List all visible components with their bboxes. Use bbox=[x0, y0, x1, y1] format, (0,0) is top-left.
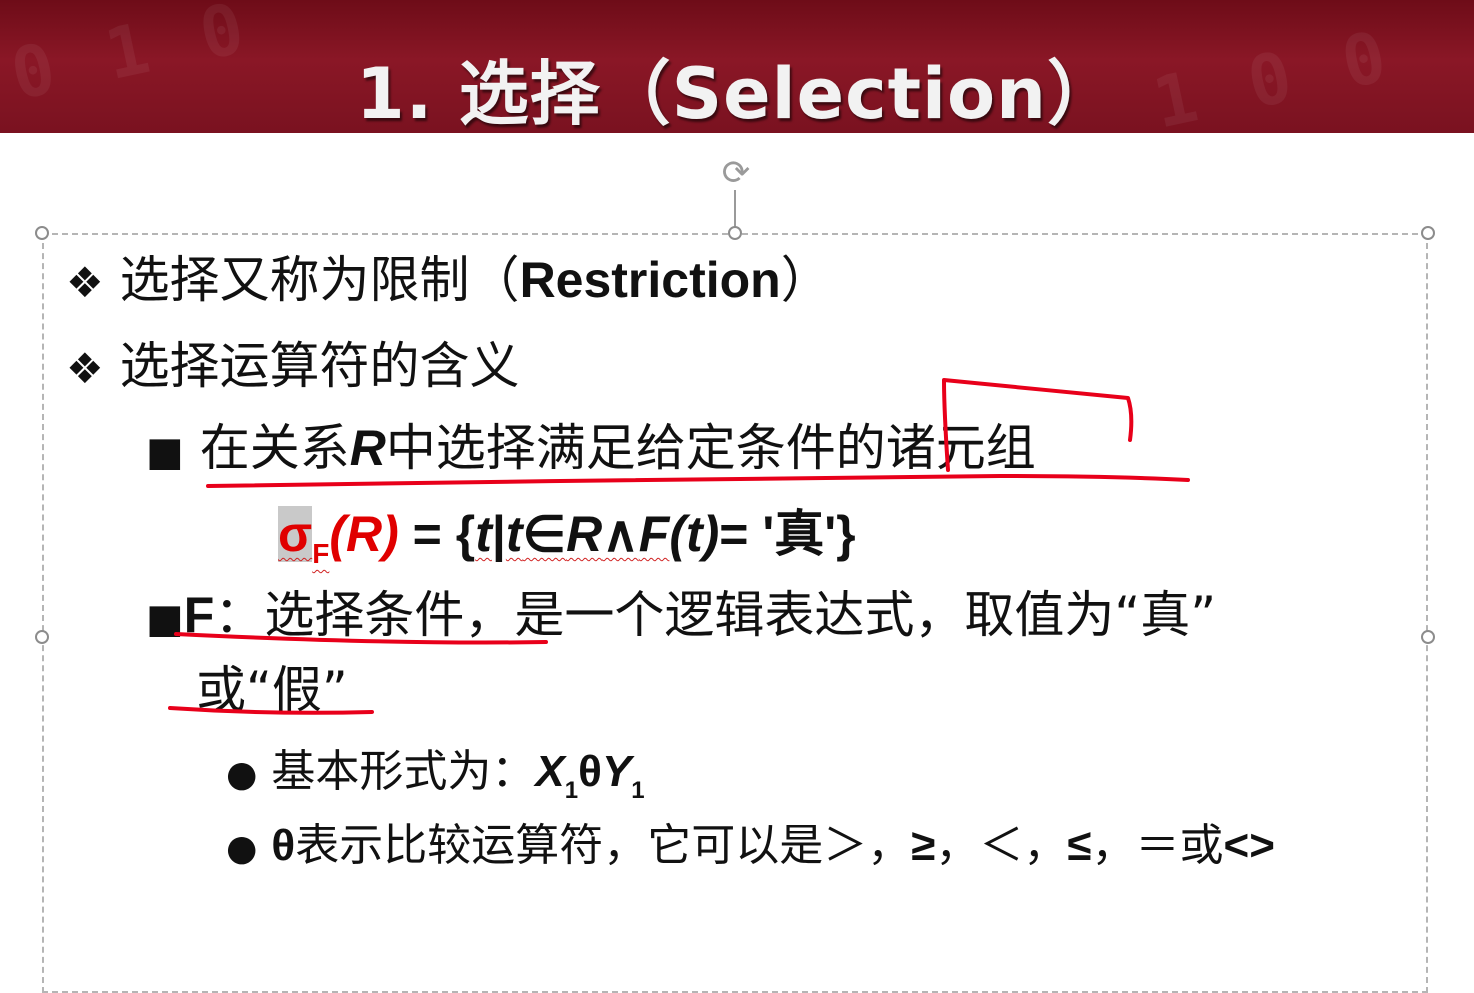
bullet-line-definition[interactable]: ■ 在关系R中选择满足给定条件的诸元组 bbox=[146, 418, 1036, 482]
formula-rest: = '真'} bbox=[719, 506, 856, 562]
formula-arg: (R) bbox=[329, 506, 399, 562]
bullet-line-condition[interactable]: ■F：选择条件，是一个逻辑表达式，取值为“真” bbox=[146, 585, 1216, 649]
line1-latin: Restriction bbox=[519, 252, 781, 308]
formula-r: R bbox=[566, 506, 603, 562]
line1-close: ） bbox=[780, 251, 831, 309]
formula-t2: t bbox=[505, 506, 523, 562]
line7-ne: <> bbox=[1223, 821, 1275, 870]
formula-eq: = { bbox=[398, 506, 476, 562]
formula-and: ∧ bbox=[602, 506, 639, 562]
square-bullet-icon: ■ bbox=[146, 429, 184, 475]
formula-t3: (t) bbox=[669, 506, 720, 562]
line7-theta: θ bbox=[271, 821, 296, 870]
resize-handle-top-center[interactable] bbox=[728, 226, 742, 240]
line7-c2: ，＝或 bbox=[1091, 820, 1224, 871]
line3-r: R bbox=[349, 420, 386, 476]
line6-theta: θ bbox=[578, 747, 602, 796]
line6-x: X bbox=[535, 747, 565, 796]
line7-le: ≤ bbox=[1067, 821, 1092, 870]
line6-label: 基本形式为： bbox=[271, 746, 536, 797]
line6-y: Y bbox=[601, 747, 632, 796]
dot-bullet-icon-2: ● bbox=[226, 828, 258, 869]
resize-handle-top-right[interactable] bbox=[1421, 226, 1435, 240]
line2-text: 选择运算符的含义 bbox=[119, 337, 520, 395]
diamond-bullet-icon: ❖ bbox=[66, 258, 104, 307]
line4-f: F bbox=[183, 587, 215, 643]
line6-x-sub: 1 bbox=[564, 777, 579, 804]
line3-a: 在关系 bbox=[199, 419, 350, 477]
bullet-line-restriction[interactable]: ❖ 选择又称为限制（Restriction） bbox=[66, 250, 831, 313]
bullet-line-meaning[interactable]: ❖ 选择运算符的含义 bbox=[66, 336, 520, 399]
formula-f: F bbox=[638, 506, 670, 562]
line4-text: ：选择条件，是一个逻辑表达式，取值为“真” bbox=[214, 586, 1217, 644]
formula-bar: | bbox=[491, 506, 506, 562]
square-bullet-icon-2: ■ bbox=[146, 596, 184, 642]
dot-bullet-icon: ● bbox=[226, 754, 258, 795]
bullet-line-operators[interactable]: ● θ表示比较运算符，它可以是＞，≥，＜，≤，＝或<> bbox=[226, 816, 1275, 879]
line5-text: 或“假” bbox=[196, 661, 348, 719]
formula-subscript-f: F bbox=[312, 538, 330, 569]
resize-handle-top-left[interactable] bbox=[35, 226, 49, 240]
line7-c1: ，＜， bbox=[935, 820, 1068, 871]
line7-ge: ≥ bbox=[911, 821, 936, 870]
resize-handle-middle-right[interactable] bbox=[1421, 630, 1435, 644]
resize-handle-middle-left[interactable] bbox=[35, 630, 49, 644]
line1-text: 选择又称为限制（ bbox=[119, 251, 520, 309]
formula-in: ∈ bbox=[522, 506, 567, 562]
bullet-line-condition-cont[interactable]: 或“假” bbox=[196, 660, 348, 720]
slide-title-bar: 0 1 0 1 0 0 1 1. 选择（Selection） bbox=[0, 0, 1474, 133]
formula-t1: t bbox=[475, 506, 492, 562]
line3-b: 中选择满足给定条件的诸元组 bbox=[385, 419, 1036, 477]
line6-y-sub: 1 bbox=[631, 777, 645, 804]
rotate-handle-icon[interactable]: ⟳ bbox=[718, 155, 754, 191]
line7-text: 表示比较运算符，它可以是＞， bbox=[295, 820, 912, 871]
diamond-bullet-icon-2: ❖ bbox=[66, 344, 104, 393]
rotate-handle-stem bbox=[734, 190, 736, 228]
slide-title[interactable]: 1. 选择（Selection） bbox=[0, 38, 1474, 133]
bullet-line-basic-form[interactable]: ● 基本形式为：X1θY1 bbox=[226, 742, 645, 821]
selection-formula[interactable]: σF(R) = {t|t∈R∧F(t)= '真'} bbox=[278, 504, 856, 584]
formula-sigma: σ bbox=[278, 506, 313, 562]
